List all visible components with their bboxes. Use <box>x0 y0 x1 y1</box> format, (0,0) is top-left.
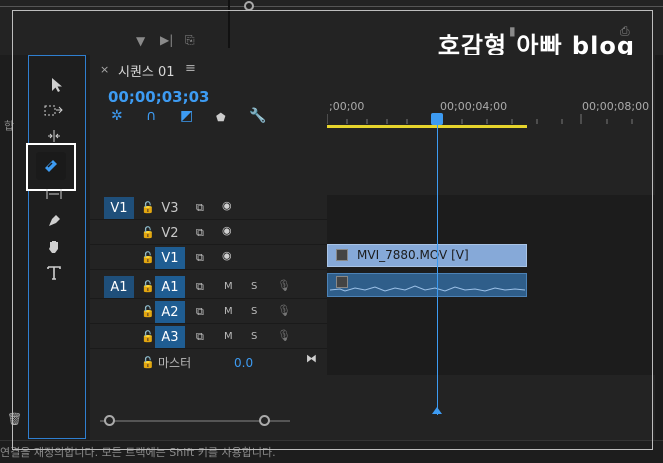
playhead-foot <box>432 407 442 414</box>
selection-tool-icon[interactable] <box>43 74 71 96</box>
pen-tool-icon[interactable] <box>40 210 68 232</box>
work-area-bar[interactable] <box>327 125 527 128</box>
panel-menu-icon[interactable]: ≡ <box>185 61 196 76</box>
lock-icon[interactable]: 🔓 <box>141 305 155 318</box>
lock-icon[interactable]: 🔓 <box>141 356 155 369</box>
playhead-handle[interactable] <box>431 113 443 125</box>
scroll-handle-left[interactable] <box>104 415 115 426</box>
razor-tool-icon[interactable] <box>36 152 66 180</box>
master-volume[interactable]: 0.0 <box>234 356 253 370</box>
nest-icon[interactable]: ✲ <box>111 108 123 124</box>
sync-lock-icon[interactable]: ⧉ <box>196 201 204 215</box>
lock-icon[interactable]: 🔓 <box>141 280 155 293</box>
left-panel-text: 합 <box>2 120 15 131</box>
sync-lock-icon[interactable]: ⧉ <box>196 226 204 240</box>
lock-icon[interactable]: 🔓 <box>141 251 155 264</box>
sync-lock-icon[interactable]: ⧉ <box>196 251 204 265</box>
solo-button[interactable]: S <box>251 306 257 317</box>
sequence-tab[interactable]: 시퀀스 01 <box>118 61 175 80</box>
master-track-row <box>90 350 327 374</box>
eye-icon[interactable]: ◉ <box>222 249 232 262</box>
track-target-a1[interactable]: A1 <box>155 276 185 298</box>
sync-lock-icon[interactable]: ⧉ <box>196 305 204 319</box>
export-frame-icon[interactable]: ⎘ <box>185 33 195 48</box>
audio-waveform <box>330 285 525 292</box>
track-header-a2 <box>90 299 327 324</box>
track-target-v1[interactable]: V1 <box>155 247 185 269</box>
filter-icon[interactable]: ▼ <box>136 34 145 48</box>
scroll-handle-right[interactable] <box>259 415 270 426</box>
track-target-a2[interactable]: A2 <box>155 301 185 323</box>
type-tool-icon[interactable] <box>40 262 68 284</box>
track-header-v1 <box>90 245 327 270</box>
sync-lock-icon[interactable]: ⧉ <box>196 330 204 344</box>
mute-button[interactable]: M <box>224 331 233 342</box>
solo-button[interactable]: S <box>251 281 257 292</box>
solo-button[interactable]: S <box>251 331 257 342</box>
ruler-tick-label: 00;00;04;00 <box>440 100 508 113</box>
lock-icon[interactable]: 🔓 <box>141 201 155 214</box>
source-patch-v1[interactable]: V1 <box>104 197 134 219</box>
playhead-line[interactable] <box>437 125 438 415</box>
mic-icon[interactable]: 🎙 <box>277 304 291 317</box>
track-target-a3[interactable]: A3 <box>155 326 185 348</box>
trash-icon[interactable]: 🗑 <box>7 412 22 426</box>
mic-icon[interactable]: 🎙 <box>277 329 291 342</box>
track-target-v3[interactable]: V3 <box>155 197 185 219</box>
sync-lock-icon[interactable]: ⧉ <box>196 280 204 294</box>
track-header-v2 <box>90 220 327 245</box>
wrench-icon[interactable]: 🔧 <box>249 108 266 124</box>
slip-tool-icon[interactable] <box>40 183 68 205</box>
eye-icon[interactable]: ◉ <box>222 224 232 237</box>
ruler-tick-label: 00;00;08;00 <box>582 100 650 113</box>
ruler-ticks <box>327 114 658 124</box>
insert-icon[interactable]: ▶| <box>160 33 173 47</box>
track-target-v2[interactable]: V2 <box>155 222 185 244</box>
mute-button[interactable]: M <box>224 281 233 292</box>
right-panel-edge <box>655 55 663 440</box>
track-header-a3 <box>90 324 327 349</box>
snap-icon[interactable]: ∩ <box>146 108 156 124</box>
top-scroll-handle[interactable] <box>244 1 254 11</box>
source-patch-a1[interactable]: A1 <box>104 276 134 298</box>
top-scroll-line <box>0 6 663 7</box>
master-label: 마스터 <box>158 356 192 370</box>
linked-selection-icon[interactable]: ◩ <box>180 108 193 124</box>
eye-icon[interactable]: ◉ <box>222 199 232 212</box>
clip-fx-icon <box>336 249 348 261</box>
panel-divider <box>228 0 230 48</box>
add-marker-icon[interactable]: ⬟ <box>216 111 226 124</box>
ruler-tick-label: ;00;00 <box>329 100 365 113</box>
lock-icon[interactable]: 🔓 <box>141 330 155 343</box>
close-icon[interactable]: × <box>100 63 109 76</box>
go-to-edit-icon[interactable]: ⧓ <box>306 352 317 365</box>
lock-icon[interactable]: 🔓 <box>141 226 155 239</box>
mic-icon[interactable]: 🎙 <box>277 279 291 292</box>
status-text: 연결을 재정의합니다. 모든 트랙에는 Shift 키를 사용합니다. <box>0 446 276 459</box>
video-clip-label: MVI_7880.MOV [V] <box>357 248 469 262</box>
mute-button[interactable]: M <box>224 306 233 317</box>
hand-tool-icon[interactable] <box>40 235 68 257</box>
track-select-tool-icon[interactable] <box>40 100 68 122</box>
timecode-display[interactable]: 00;00;03;03 <box>108 88 210 106</box>
